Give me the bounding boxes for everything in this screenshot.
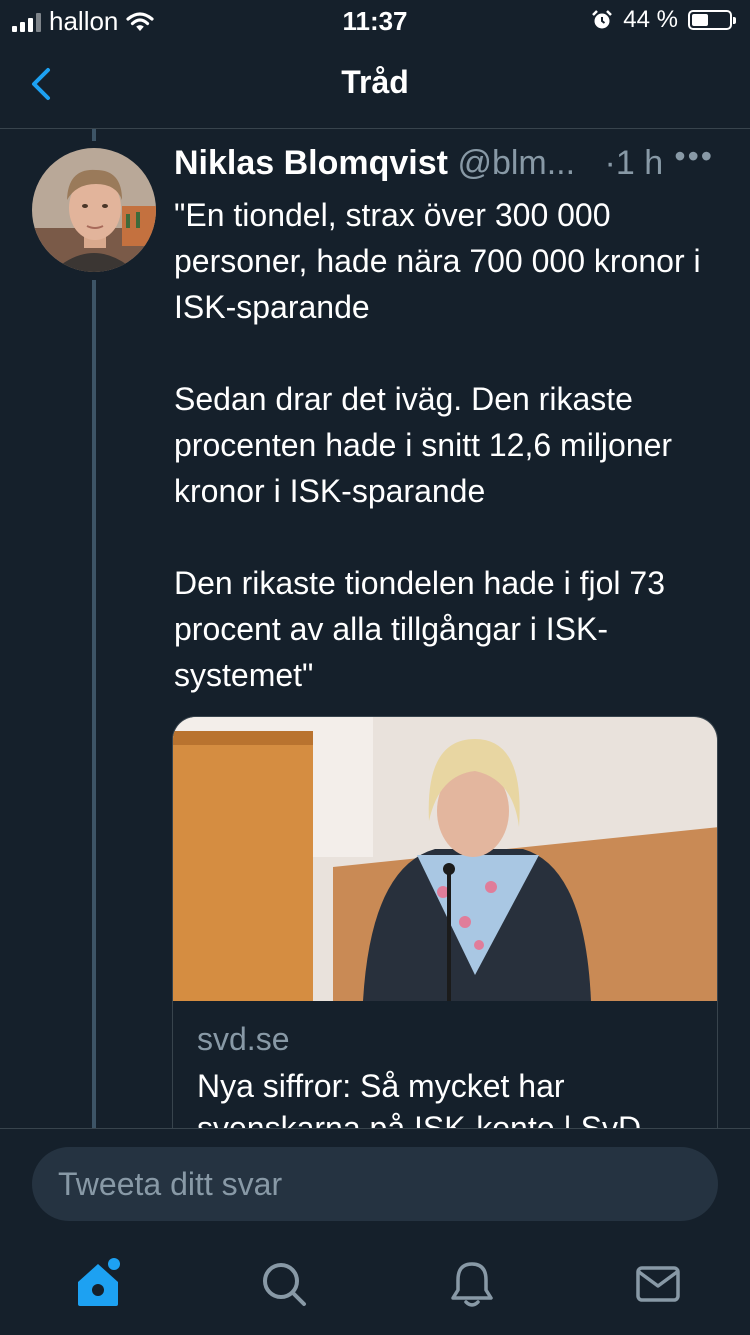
page-title: Tråd bbox=[341, 64, 409, 100]
thread-line-top bbox=[92, 129, 96, 141]
battery-icon bbox=[688, 10, 736, 30]
tweet-paragraph: "En tiondel, strax över 300 000 personer… bbox=[174, 197, 701, 325]
card-domain: svd.se bbox=[197, 1021, 290, 1057]
separator-dot: · bbox=[604, 144, 616, 182]
tweet-time: 1 h bbox=[615, 144, 664, 182]
nav-bar: Tråd bbox=[0, 42, 750, 129]
notifications-icon[interactable] bbox=[444, 1256, 500, 1312]
messages-icon[interactable] bbox=[630, 1256, 686, 1312]
tweet-text: "En tiondel, strax över 300 000 personer… bbox=[174, 192, 724, 744]
reply-input[interactable]: Tweeta ditt svar bbox=[32, 1147, 718, 1221]
link-card[interactable]: svd.se Nya siffror: Så mycket har svensk… bbox=[172, 716, 718, 1136]
author-name[interactable]: Niklas Blomqvist bbox=[174, 144, 448, 182]
battery-percent: 44 % bbox=[623, 6, 678, 33]
status-right: 44 % bbox=[591, 6, 736, 34]
author-handle[interactable]: @blm... bbox=[457, 144, 575, 182]
alarm-icon bbox=[592, 10, 613, 29]
tweet-header: Niklas Blomqvist @blm... ·1 h ••• bbox=[174, 138, 734, 188]
thread-line bbox=[92, 280, 96, 1128]
more-options-icon[interactable]: ••• bbox=[674, 138, 714, 175]
search-icon[interactable] bbox=[256, 1256, 312, 1312]
status-bar: hallon 11:37 44 % bbox=[0, 0, 750, 42]
card-image bbox=[173, 717, 717, 1001]
home-icon[interactable] bbox=[70, 1256, 126, 1312]
avatar[interactable] bbox=[32, 148, 156, 272]
tweet-paragraph: Sedan drar det iväg. Den rikaste procent… bbox=[174, 381, 673, 509]
card-headline: Nya siffror: Så mycket har svenskarna på… bbox=[197, 1068, 642, 1136]
tweet-paragraph: Den rikaste tiondelen hade i fjol 73 pro… bbox=[174, 565, 665, 693]
